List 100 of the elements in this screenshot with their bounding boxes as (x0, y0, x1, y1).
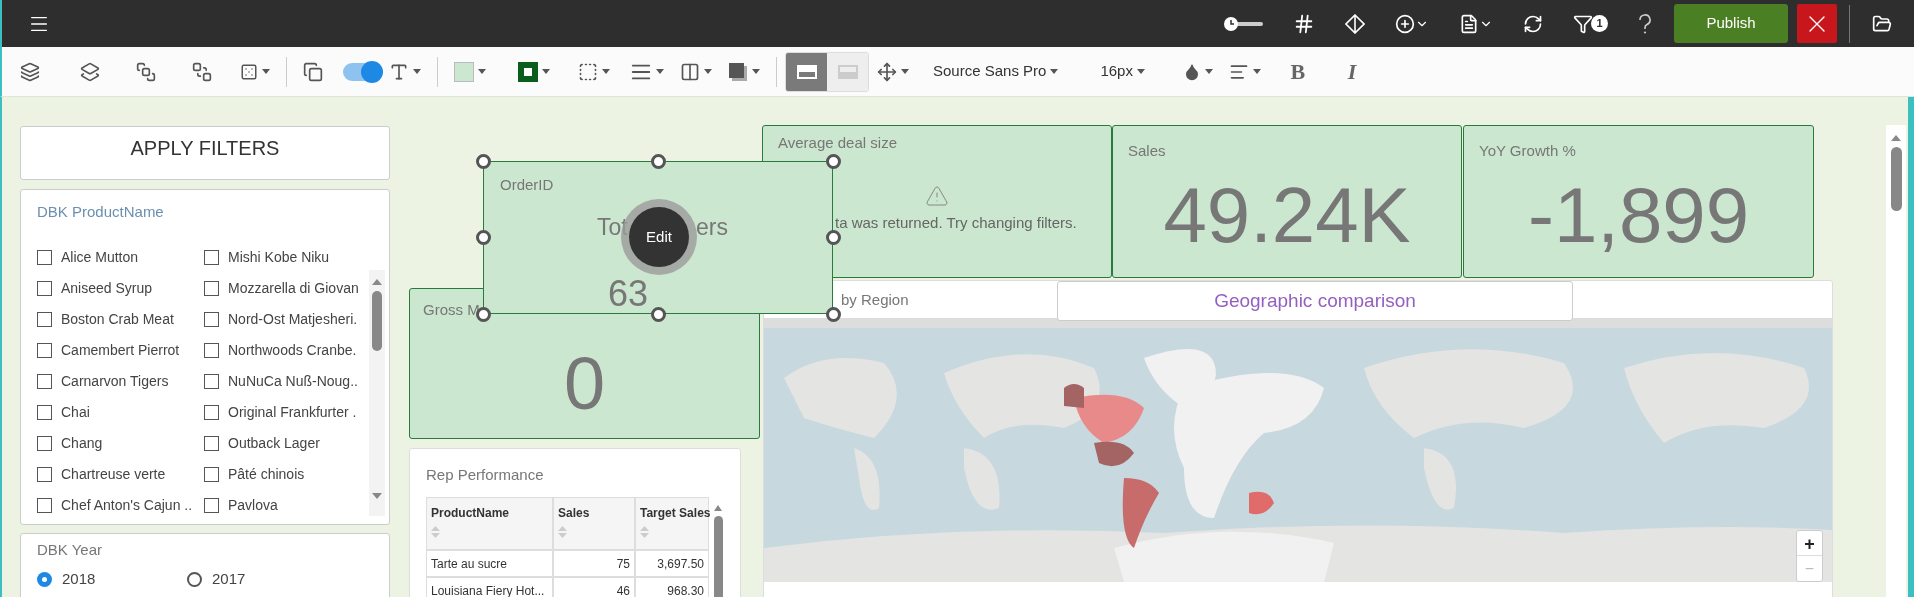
column-header[interactable]: Target Sales (635, 497, 709, 550)
checkbox-item[interactable]: Northwoods Cranbe. (204, 335, 354, 366)
document-icon[interactable] (1459, 13, 1479, 34)
diamond-icon[interactable] (1345, 13, 1365, 34)
caret-icon (1252, 69, 1261, 74)
checkbox-item[interactable]: Chartreuse verte (37, 459, 204, 490)
columns-icon[interactable] (680, 61, 700, 82)
zoom-in-button[interactable]: + (1797, 531, 1822, 556)
checkbox-item[interactable]: Boston Crab Meat (37, 304, 204, 335)
checkbox-item[interactable]: Chai (37, 397, 204, 428)
checkbox[interactable] (37, 405, 52, 420)
radio-option[interactable]: 2018 (37, 568, 187, 591)
checkbox-item[interactable]: Nord-Ost Matjesheri. (204, 304, 354, 335)
layers-icon[interactable] (20, 61, 40, 82)
checkbox-item[interactable]: Aniseed Syrup (37, 273, 204, 304)
refresh-icon[interactable] (1523, 13, 1543, 34)
fill-color-icon[interactable] (454, 61, 474, 82)
checkbox[interactable] (37, 498, 52, 513)
kpi-value: -1,899 (1526, 176, 1751, 254)
checkbox-item[interactable]: Pâté chinois (204, 459, 354, 490)
checkbox[interactable] (204, 467, 219, 482)
font-family-dropdown[interactable]: Source Sans Pro (933, 60, 1059, 83)
text-box: Geographic comparison (1057, 281, 1573, 321)
caret-icon (752, 69, 760, 74)
layers-icon[interactable] (80, 61, 100, 82)
radio-option[interactable]: 2017 (187, 568, 337, 591)
checkbox-item[interactable]: Chang (37, 428, 204, 459)
caret-icon (542, 69, 550, 74)
publish-button[interactable]: Publish (1674, 4, 1788, 43)
checkbox[interactable] (37, 467, 52, 482)
caret-icon (656, 69, 664, 74)
layout-icon (837, 64, 858, 79)
scroll-down-arrow-icon[interactable] (369, 491, 385, 501)
checkbox-item[interactable]: Original Frankfurter . (204, 397, 354, 428)
scrollbar-thumb[interactable] (1890, 147, 1902, 211)
table-cell: 75 (553, 550, 635, 577)
send-backward-icon[interactable] (192, 61, 212, 82)
layout-toggle[interactable] (786, 52, 827, 91)
caret-icon (1204, 69, 1213, 74)
checkbox[interactable] (204, 250, 219, 265)
checkbox[interactable] (204, 343, 219, 358)
border-color-icon[interactable] (518, 61, 538, 82)
radio-button[interactable] (37, 571, 52, 587)
radio-button[interactable] (187, 571, 202, 587)
shadow-icon[interactable] (728, 61, 748, 82)
move-icon[interactable] (877, 61, 897, 82)
table-cell: Louisiana Fiery Hot... (426, 577, 553, 597)
folder-icon[interactable] (1872, 13, 1892, 34)
checkbox[interactable] (37, 312, 52, 327)
add-icon[interactable] (1395, 13, 1415, 34)
checkbox[interactable] (204, 281, 219, 296)
filter-title: DBK Year (37, 541, 103, 558)
checkbox-item[interactable]: Outback Lager (204, 428, 354, 459)
font-size-dropdown[interactable]: 16px (1100, 60, 1145, 83)
checkbox-item[interactable]: Mishi Kobe Niku (204, 242, 354, 273)
copy-icon[interactable] (303, 61, 323, 82)
help-icon[interactable] (1638, 13, 1652, 34)
checkbox[interactable] (204, 374, 219, 389)
toggle-switch[interactable] (343, 62, 381, 81)
checkbox[interactable] (37, 250, 52, 265)
checkbox-item[interactable]: Camembert Pierrot (37, 335, 204, 366)
checkbox[interactable] (204, 405, 219, 420)
bring-forward-icon[interactable] (136, 61, 156, 82)
checkbox[interactable] (37, 436, 52, 451)
widget-title: YoY Growth % (1479, 141, 1576, 161)
checkbox[interactable] (37, 374, 52, 389)
column-header[interactable]: Sales (553, 497, 635, 550)
apply-filters-button[interactable]: APPLY FILTERS (20, 126, 390, 180)
bold-button[interactable]: B (1282, 55, 1313, 88)
checkbox[interactable] (204, 436, 219, 451)
scroll-up-arrow-icon[interactable] (712, 504, 724, 512)
padding-icon[interactable] (578, 61, 598, 82)
checkbox-item[interactable]: Alice Mutton (37, 242, 204, 273)
filter-title: DBK ProductName (37, 203, 164, 220)
kpi-value: 0 (562, 347, 607, 421)
checkbox-item[interactable]: Pavlova (204, 490, 354, 521)
kpi-value: 63 (608, 276, 649, 312)
dice-icon[interactable] (240, 62, 258, 81)
checkbox[interactable] (37, 343, 52, 358)
widget-title: Average deal size (778, 134, 897, 152)
italic-button[interactable]: I (1336, 55, 1367, 88)
checkbox[interactable] (37, 281, 52, 296)
layout-toggle[interactable] (827, 52, 868, 91)
checkbox-item[interactable]: Chef Anton's Cajun .. (37, 490, 204, 521)
caret-icon (413, 69, 421, 74)
checkbox[interactable] (204, 312, 219, 327)
warning-icon (925, 184, 949, 208)
edit-button[interactable]: Edit (629, 207, 689, 267)
hash-icon[interactable] (1293, 12, 1315, 35)
checkbox-item[interactable]: Carnarvon Tigers (37, 366, 204, 397)
resize-handle[interactable] (476, 154, 491, 169)
kpi-label: Tot (597, 213, 628, 242)
timeline-slider-icon[interactable] (1223, 15, 1263, 32)
filter-icon[interactable] (1573, 13, 1593, 34)
scrollbar-thumb[interactable] (713, 516, 723, 597)
scrollbar-thumb[interactable] (372, 291, 382, 351)
scroll-up-arrow-icon[interactable] (369, 277, 385, 287)
checkbox[interactable] (204, 498, 219, 513)
column-header[interactable]: ProductName (426, 497, 553, 550)
caret-icon (1136, 69, 1145, 74)
